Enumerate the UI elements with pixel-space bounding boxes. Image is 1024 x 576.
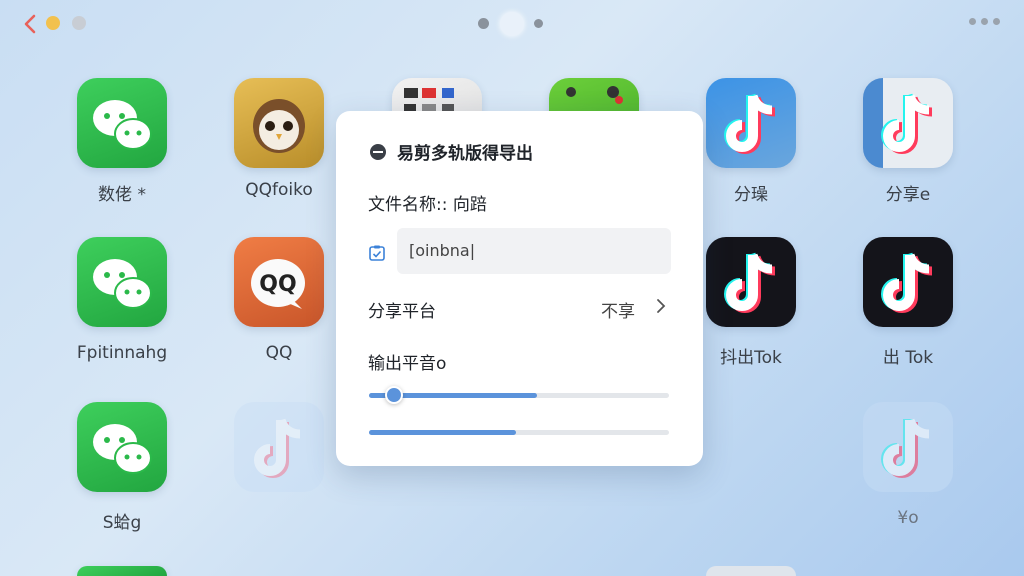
wechat-app-icon[interactable] (77, 566, 167, 576)
qq-app-icon[interactable]: QQ (234, 237, 324, 327)
tiktok-icon (881, 418, 930, 478)
tiktok-icon (881, 252, 933, 313)
progress-slider[interactable] (369, 430, 669, 435)
tiktok-app-icon[interactable] (863, 402, 953, 492)
owl-icon (253, 99, 305, 153)
app-label: QQfoiko (245, 180, 313, 200)
dialog-header: 易剪多轨版得导出 (369, 139, 533, 164)
svg-text:QQ: QQ (259, 272, 296, 297)
more-dots-icon[interactable] (969, 18, 1000, 25)
tiktok-icon (254, 418, 301, 478)
wechat-app-icon[interactable] (77, 78, 167, 168)
app-label: 出 Tok (882, 348, 934, 368)
filename-input[interactable] (397, 228, 671, 274)
filename-label: 文件名称:: 向踣 (368, 195, 487, 215)
tiktok-icon (881, 93, 933, 154)
export-dialog: 易剪多轨版得导出 文件名称:: 向踣 分享平台 不享 输出平音o (336, 111, 703, 466)
volume-label: 输出平音o (368, 354, 447, 374)
tiktok-app-icon[interactable] (863, 78, 953, 168)
volume-slider[interactable] (369, 386, 669, 404)
owl-app-icon[interactable] (234, 78, 324, 168)
app-label: 分享e (885, 185, 931, 205)
window-minimize-dot[interactable] (46, 16, 60, 30)
tiktok-icon (724, 93, 776, 154)
app-label: Fpitinnahg (76, 343, 168, 363)
wechat-icon (93, 100, 152, 150)
chevron-left-icon[interactable] (20, 12, 40, 36)
page-indicator-dot[interactable] (478, 18, 489, 29)
page-indicator-dot[interactable] (534, 19, 543, 28)
progress-slider-fill (369, 430, 516, 435)
tiktok-app-icon[interactable] (234, 402, 324, 492)
tiktok-app-icon[interactable] (706, 237, 796, 327)
dialog-title: 易剪多轨版得导出 (397, 144, 533, 164)
chevron-right-icon[interactable] (654, 297, 668, 315)
app-label: S蛤g (102, 513, 142, 533)
app-label: ¥o (897, 508, 919, 528)
share-platform-label: 分享平台 (368, 302, 436, 322)
wechat-icon (93, 259, 152, 309)
wechat-app-icon[interactable] (77, 237, 167, 327)
app-label: 数佬 * (98, 185, 146, 205)
app-label: QQ (265, 343, 293, 363)
top-bar (0, 0, 1024, 48)
page-indicator-dot-active[interactable] (500, 12, 524, 36)
tiktok-app-icon[interactable] (863, 237, 953, 327)
volume-slider-knob[interactable] (385, 386, 403, 404)
app-icon-partial[interactable] (706, 566, 796, 576)
qq-icon: QQ (251, 259, 305, 309)
collapse-circle-icon[interactable] (369, 143, 387, 161)
tiktok-app-icon[interactable] (706, 78, 796, 168)
window-zoom-dot[interactable] (72, 16, 86, 30)
wechat-app-icon[interactable] (77, 402, 167, 492)
clipboard-check-icon (369, 245, 385, 261)
share-platform-value[interactable]: 不享 (601, 297, 635, 322)
tiktok-icon (724, 252, 776, 313)
wechat-icon (93, 424, 152, 474)
